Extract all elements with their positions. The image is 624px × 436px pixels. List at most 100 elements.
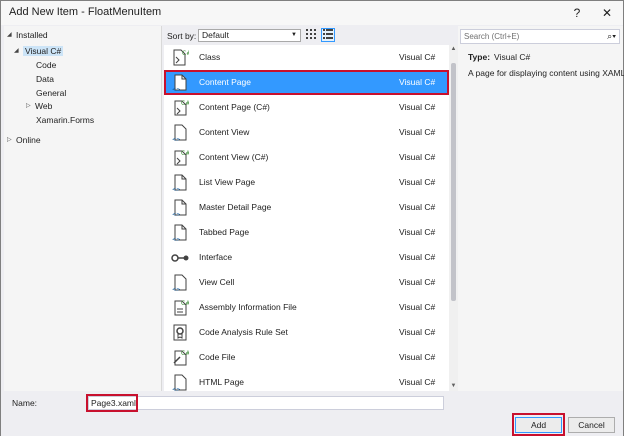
help-button[interactable]: ?	[567, 4, 587, 22]
item-name: List View Page	[199, 177, 256, 187]
item-type: Visual C#	[399, 352, 436, 362]
item-type: Visual C#	[399, 277, 436, 287]
template-list-item[interactable]: <> Content View Visual C#	[164, 120, 449, 145]
template-list-item[interactable]: <> Master Detail Page Visual C#	[164, 195, 449, 220]
template-list-item[interactable]: <> HTML Page Visual C#	[164, 370, 449, 391]
item-type: Visual C#	[399, 202, 436, 212]
xaml-page-icon: <>	[171, 198, 189, 218]
template-tree: ◢ Installed ◢ Visual C# Code Data General …	[4, 26, 162, 391]
template-list-item[interactable]: <> Tabbed Page Visual C#	[164, 220, 449, 245]
xaml-page-icon: <>	[171, 73, 189, 93]
template-list-item[interactable]: C# Code File Visual C#	[164, 345, 449, 370]
svg-text:C#: C#	[182, 50, 189, 57]
interface-icon	[171, 248, 189, 267]
name-highlight-outline	[86, 394, 138, 412]
template-list-item[interactable]: <> View Cell Visual C#	[164, 270, 449, 295]
sort-label: Sort by:	[167, 31, 197, 41]
small-icons-view-icon[interactable]	[304, 28, 318, 42]
svg-text:<>: <>	[172, 187, 180, 192]
tree-node-online[interactable]: ▷ Online	[7, 134, 41, 147]
tree-node-data[interactable]: Data	[36, 73, 54, 86]
xaml-view-icon: <>	[171, 273, 189, 293]
name-label: Name:	[12, 398, 38, 408]
collapse-triangle-icon[interactable]: ◢	[7, 29, 16, 42]
name-bar: Name: Page3.xaml Add Cancel	[1, 391, 623, 436]
item-name: HTML Page	[199, 377, 245, 387]
details-description: A page for displaying content using XAML…	[468, 68, 624, 78]
item-name: Code Analysis Rule Set	[199, 327, 288, 337]
expand-triangle-icon[interactable]: ▷	[7, 134, 16, 147]
add-highlight-outline	[512, 413, 565, 436]
cs-view-icon: C#	[171, 148, 190, 167]
item-type: Visual C#	[399, 77, 436, 87]
sort-dropdown[interactable]: Default ▼	[198, 29, 301, 42]
svg-text:C#: C#	[181, 300, 189, 307]
svg-text:<>: <>	[172, 212, 180, 217]
tree-node-installed[interactable]: ◢ Installed	[7, 29, 48, 42]
item-type: Visual C#	[399, 227, 436, 237]
details-pane: Search (Ctrl+E) ⌕▾ Type: Visual C# A page…	[458, 26, 624, 391]
template-list-item[interactable]: <> List View Page Visual C#	[164, 170, 449, 195]
ruleset-icon	[171, 323, 189, 342]
item-type: Visual C#	[399, 252, 436, 262]
item-type: Visual C#	[399, 302, 436, 312]
scroll-thumb[interactable]	[451, 63, 456, 301]
xaml-view-icon: <>	[171, 123, 189, 143]
item-type: Visual C#	[399, 152, 436, 162]
html-page-icon: <>	[171, 373, 189, 391]
template-list-item[interactable]: C# Content View (C#) Visual C#	[164, 145, 449, 170]
tree-node-web[interactable]: ▷ Web	[26, 100, 52, 113]
svg-text:<>: <>	[172, 87, 180, 92]
template-list-item[interactable]: C# Content Page (C#) Visual C#	[164, 95, 449, 120]
tree-node-code[interactable]: Code	[36, 59, 56, 72]
item-name: Class	[199, 52, 221, 62]
item-name: Content View	[199, 127, 250, 137]
template-list-item[interactable]: Interface Visual C#	[164, 245, 449, 270]
svg-text:C#: C#	[181, 100, 189, 107]
svg-text:C#: C#	[181, 350, 189, 357]
close-button[interactable]: ✕	[597, 4, 617, 22]
scroll-down-icon[interactable]: ▼	[449, 382, 458, 391]
search-input[interactable]: Search (Ctrl+E) ⌕▾	[460, 29, 620, 44]
search-icon[interactable]: ⌕▾	[607, 30, 616, 43]
cs-file-icon: C#	[171, 298, 190, 317]
scroll-up-icon[interactable]: ▲	[449, 45, 458, 54]
details-type: Type: Visual C#	[468, 52, 531, 62]
title-bar: Add New Item - FloatMenuItem ? ✕	[1, 1, 623, 25]
item-type: Visual C#	[399, 127, 436, 137]
xaml-page-icon: <>	[171, 223, 189, 243]
cs-page-icon: C#	[171, 98, 190, 117]
item-name: Interface	[199, 252, 233, 262]
cancel-button[interactable]: Cancel	[568, 417, 615, 433]
template-list-item[interactable]: C# Class Visual C#	[164, 45, 449, 70]
item-type: Visual C#	[399, 327, 436, 337]
dialog-title: Add New Item - FloatMenuItem	[9, 6, 162, 18]
svg-text:<>: <>	[172, 287, 180, 292]
chevron-down-icon: ▼	[291, 32, 297, 38]
item-name: Master Detail Page	[199, 202, 272, 212]
list-view-icon[interactable]	[321, 28, 335, 42]
item-name: Content Page	[199, 77, 251, 87]
xaml-page-icon: <>	[171, 173, 189, 193]
expand-triangle-icon[interactable]: ▷	[26, 100, 35, 113]
collapse-triangle-icon[interactable]: ◢	[14, 45, 23, 58]
list-scrollbar[interactable]: ▲ ▼	[449, 45, 458, 391]
item-type: Visual C#	[399, 52, 436, 62]
template-list-item[interactable]: <> Content Page Visual C#	[164, 70, 449, 95]
item-type: Visual C#	[399, 102, 436, 112]
class-icon: C#	[171, 48, 191, 67]
item-name: Content Page (C#)	[199, 102, 270, 112]
item-type: Visual C#	[399, 177, 436, 187]
template-list-item[interactable]: Code Analysis Rule Set Visual C#	[164, 320, 449, 345]
svg-text:<>: <>	[172, 237, 180, 242]
code-file-icon: C#	[171, 348, 190, 367]
name-field[interactable]: Page3.xaml	[88, 396, 444, 410]
item-name: Content View (C#)	[199, 152, 269, 162]
template-list-item[interactable]: C# Assembly Information File Visual C#	[164, 295, 449, 320]
item-name: Assembly Information File	[199, 302, 297, 312]
template-list: C#ClassVisual C#<>Content PageVisual C#C…	[164, 45, 449, 391]
tree-node-visual-csharp[interactable]: ◢ Visual C#	[14, 45, 64, 58]
item-name: Code File	[199, 352, 236, 362]
tree-node-general[interactable]: General	[36, 87, 66, 100]
tree-node-xamarin-forms[interactable]: Xamarin.Forms	[36, 114, 94, 127]
